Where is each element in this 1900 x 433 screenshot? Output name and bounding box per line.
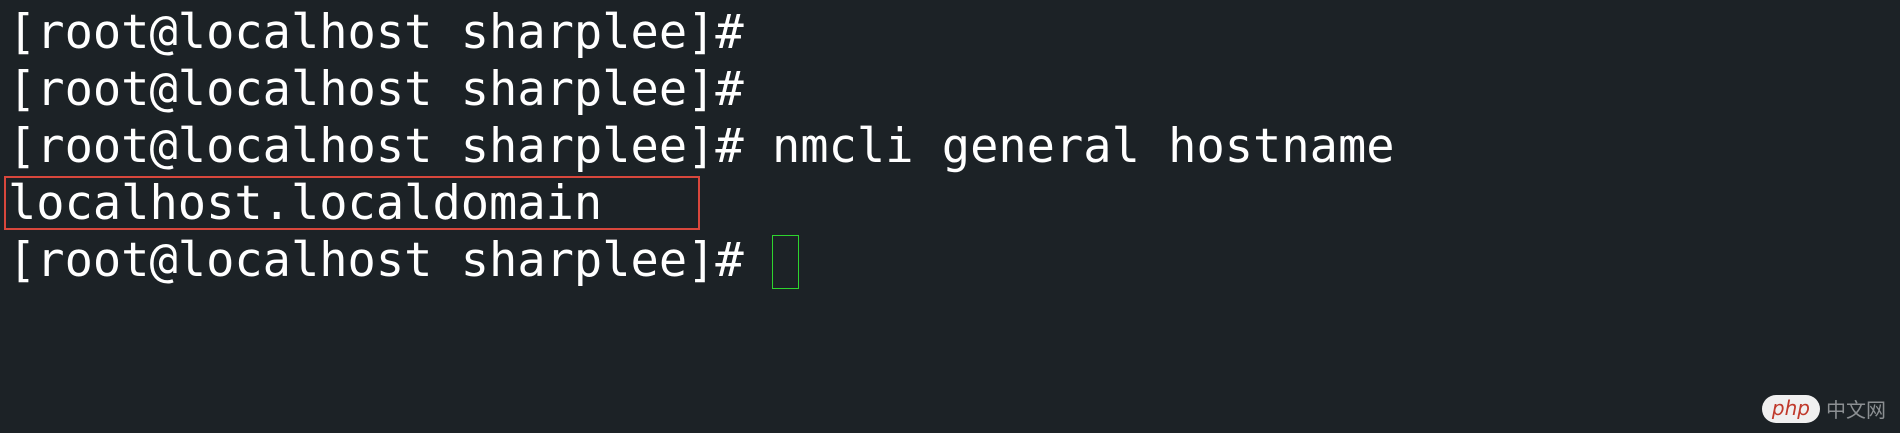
command: [744, 233, 772, 288]
prompt: [root@localhost sharplee]#: [8, 233, 744, 288]
prompt: [root@localhost sharplee]#: [8, 5, 744, 60]
terminal-line-1: [root@localhost sharplee]#: [8, 4, 1888, 61]
prompt: [root@localhost sharplee]#: [8, 62, 744, 117]
prompt: [root@localhost sharplee]#: [8, 119, 744, 174]
terminal-cursor[interactable]: [772, 234, 800, 289]
terminal-window[interactable]: [root@localhost sharplee]# [root@localho…: [8, 4, 1888, 289]
terminal-line-3: [root@localhost sharplee]# nmcli general…: [8, 118, 1888, 175]
php-logo: php: [1761, 394, 1820, 423]
watermark-text: 中文网: [1826, 398, 1886, 422]
terminal-line-5: [root@localhost sharplee]#: [8, 232, 1888, 289]
terminal-line-2: [root@localhost sharplee]#: [8, 61, 1888, 118]
command: nmcli general hostname: [743, 119, 1395, 174]
watermark: php 中文网: [1761, 394, 1886, 423]
highlight-box: [4, 176, 700, 230]
